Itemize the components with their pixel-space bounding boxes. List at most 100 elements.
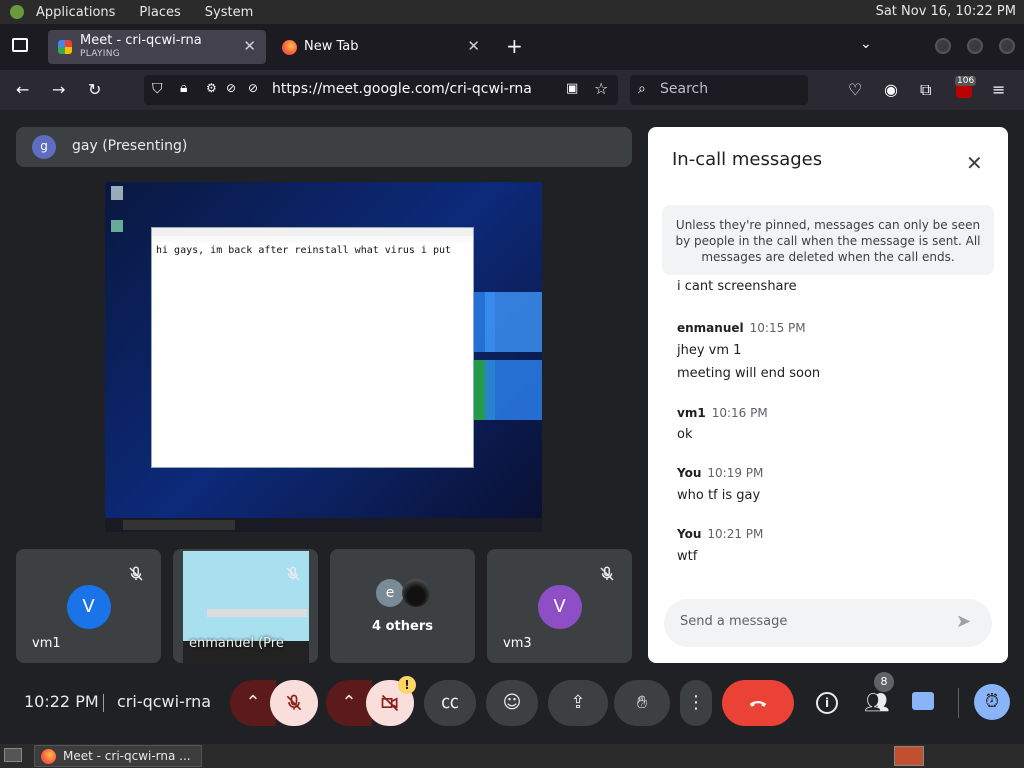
mic-off-icon [129,566,143,581]
notepad-titlebar [152,228,473,236]
chat-message-list[interactable]: i cant screenshare enmanuel 10:15 PM jhey… [648,277,1008,577]
game-bricks [207,609,307,617]
reader-view-icon[interactable]: ▣ [566,81,578,96]
recycle-bin-icon [111,186,123,200]
windows-logo-pane [485,360,542,420]
chat-message: jhey vm 1 [677,343,742,358]
vm-taskbar [105,518,542,532]
chat-icon[interactable] [912,692,934,710]
chat-message: i cant screenshare [677,279,797,294]
chat-title: In-call messages [672,149,823,170]
avatar: e [376,579,404,607]
os-taskbar: Meet - cri-qcwi-rna ... [0,744,1024,768]
system-clock[interactable]: Sat Nov 16, 10:22 PM [876,4,1016,19]
presenter-name: gay (Presenting) [72,138,188,154]
participant-tile-vm1[interactable]: V vm1 [16,549,161,663]
tab-overview-icon[interactable] [12,38,28,52]
bookmark-star-icon[interactable]: ☆ [594,79,608,98]
new-tab-plus-icon[interactable]: + [506,34,523,58]
mic-blocked-icon[interactable]: ⊘ [248,81,258,95]
chat-message: ok [677,427,693,442]
send-icon[interactable]: ➤ [956,611,971,632]
tab-meet[interactable]: Meet - cri-qcwi-rna PLAYING ✕ [48,30,266,64]
mic-off-icon [600,566,614,581]
window-maximize-icon[interactable] [967,38,983,54]
participant-tile-enmanuel[interactable]: enmanuel (Pre [173,549,318,663]
notepad-menubar [152,236,473,242]
windows-logo-pane [485,292,542,352]
chat-input[interactable]: Send a message ➤ [664,599,992,647]
notepad-text: hi gays, im back after reinstall what vi… [156,245,452,256]
system-panel: Applications Places System [0,0,1024,24]
account-icon[interactable]: ◉ [884,80,898,99]
info-icon[interactable]: i [816,692,838,714]
participant-tile-vm3[interactable]: V vm3 [487,549,632,663]
tab-new-tab[interactable]: New Tab ✕ [272,30,490,64]
close-tab-icon[interactable]: ✕ [243,37,256,55]
menu-places[interactable]: Places [131,5,188,20]
people-icon[interactable]: 👥︎ [864,690,889,714]
avatar [402,579,430,607]
participant-name: enmanuel (Pre [189,636,284,651]
show-desktop-icon[interactable] [4,748,22,762]
avatar: V [537,585,582,629]
emoji-button[interactable]: ☺ [486,680,538,726]
reload-icon[interactable]: ↻ [88,80,101,99]
workspace-switcher-icon[interactable] [894,746,924,766]
phone-hangup-icon [749,701,767,707]
search-bar[interactable]: ⌕ Search [630,75,808,105]
meeting-code[interactable]: cri-qcwi-rna [117,692,211,711]
chat-message: meeting will end soon [677,366,821,381]
message-time: 10:19 PM [707,466,764,480]
avatar: g [32,135,56,159]
hamburger-menu-icon[interactable]: ≡ [992,80,1005,99]
forward-arrow-icon[interactable]: → [52,80,65,99]
captions-button[interactable]: ㏄ [424,680,476,726]
extensions-icon[interactable]: ⧉ [920,80,931,100]
present-button[interactable]: ⇪ [548,680,608,726]
sender-name: enmanuel [677,321,744,335]
window-minimize-icon[interactable] [935,38,951,54]
taskbar-window-meet[interactable]: Meet - cri-qcwi-rna ... [34,745,202,767]
leave-call-button[interactable] [722,680,794,726]
lock-icon[interactable]: 🔒︎ [180,80,187,96]
participant-tile-others[interactable]: e 4 others [330,549,475,663]
search-icon: ⌕ [638,81,646,97]
close-tab-icon[interactable]: ✕ [467,37,480,55]
raise-hand-button[interactable]: ✋︎ [614,680,670,726]
chat-message-header: You 10:19 PM [677,466,763,480]
url-bar[interactable]: ⛉ 🔒︎ ⚙ ⊘ ⊘ https://meet.google.com/cri-q… [144,75,618,105]
chat-message-header: You 10:21 PM [677,527,763,541]
close-icon[interactable]: ✕ [966,151,983,175]
shield-icon[interactable]: ⛉ [152,81,163,97]
activities-clock-icon[interactable]: ⏰︎ [974,684,1010,720]
menu-system[interactable]: System [197,5,261,20]
more-options-button[interactable]: ⋮ [680,680,712,726]
chat-message: wtf [677,549,698,564]
shared-screen: hi gays, im back after reinstall what vi… [105,182,542,532]
camera-blocked-icon[interactable]: ⊘ [226,81,236,95]
chat-input-placeholder: Send a message [680,614,788,629]
meet-page: g gay (Presenting) hi gays, im back afte… [0,110,1024,744]
list-all-tabs-icon[interactable]: ⌄ [860,36,872,52]
back-arrow-icon[interactable]: ← [16,80,29,99]
window-close-icon[interactable] [999,38,1015,54]
navigation-toolbar: ← → ↻ ⛉ 🔒︎ ⚙ ⊘ ⊘ https://meet.google.com… [0,70,1024,110]
others-count-label: 4 others [372,619,433,634]
pocket-icon[interactable]: ♡ [848,80,862,99]
chat-message: who tf is gay [677,488,761,503]
distro-icon[interactable] [10,5,24,19]
permissions-icon[interactable]: ⚙ [206,81,217,95]
message-time: 10:16 PM [711,406,768,420]
menu-applications[interactable]: Applications [28,5,123,20]
tab-title: Meet - cri-qcwi-rna [80,33,202,48]
mic-toggle-button[interactable] [270,680,318,726]
tab-title: New Tab [304,39,359,54]
warning-icon[interactable]: ! [398,676,416,694]
message-time: 10:15 PM [749,321,806,335]
taskbar-window-label: Meet - cri-qcwi-rna ... [63,749,191,763]
extension-badge: 106 [955,76,977,86]
url-text[interactable]: https://meet.google.com/cri-qcwi-rna [272,81,532,97]
chat-panel: In-call messages ✕ Unless they're pinned… [648,127,1008,663]
search-placeholder: Search [660,81,709,97]
